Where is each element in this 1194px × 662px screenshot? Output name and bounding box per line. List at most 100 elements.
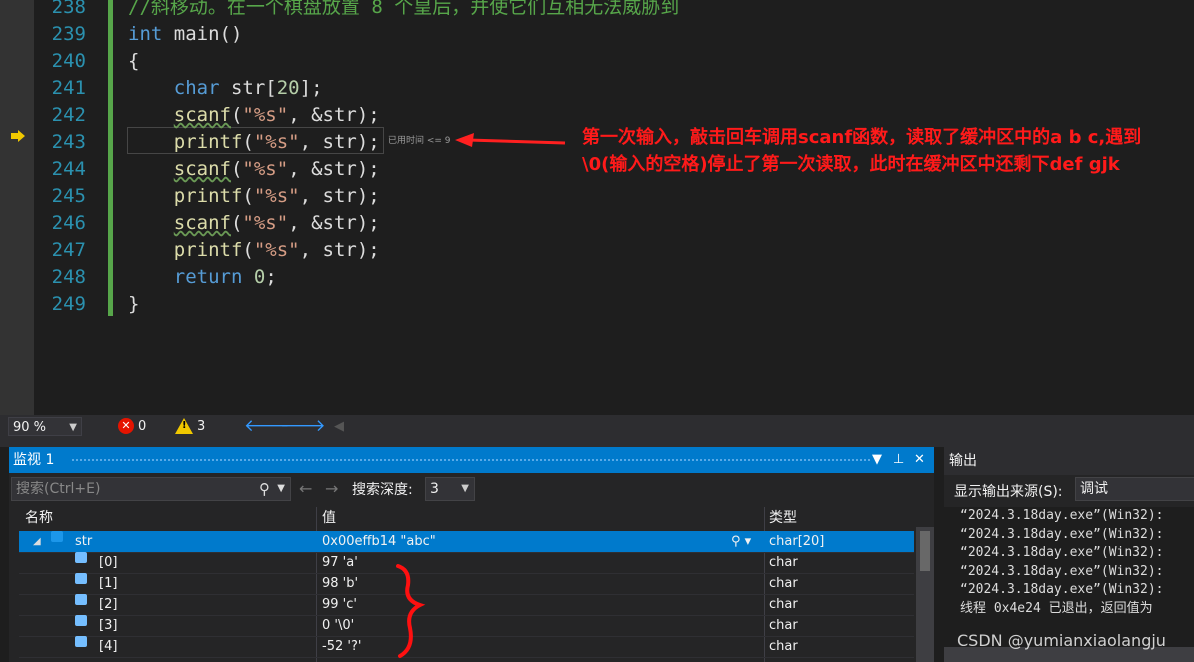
visualizer-icon[interactable]: ⚲ ▾	[731, 531, 751, 552]
code-line[interactable]: 245 printf("%s", str);	[0, 183, 1194, 210]
watch-value[interactable]: 0 '\0'	[322, 615, 354, 636]
code-text[interactable]: {	[128, 48, 139, 75]
code-text[interactable]: scanf("%s", &str);	[128, 102, 380, 129]
watch-type: char	[769, 639, 798, 654]
output-title-bar[interactable]: 输出	[944, 447, 1194, 475]
warning-count[interactable]: 3	[197, 418, 205, 436]
watch-row-element[interactable]: [2] 99 'c' char	[19, 594, 914, 616]
search-depth-label: 搜索深度:	[352, 482, 413, 498]
scrollbar-thumb[interactable]	[920, 531, 930, 571]
watch-value[interactable]: 0x00effb14 "abc"	[322, 531, 436, 552]
code-editor[interactable]: 238 //斜移动。在一个棋盘放置 8 个皇后，并使它们互相无法威胁到 239 int…	[0, 0, 1194, 415]
output-text[interactable]: “2024.3.18day.exe”(Win32): “2024.3.18day.…	[944, 507, 1194, 647]
search-depth-value: 3	[430, 481, 439, 497]
code-token: char	[173, 77, 220, 99]
code-line[interactable]: 247 printf("%s", str);	[0, 237, 1194, 264]
watch-value[interactable]: 97 'a'	[322, 552, 358, 573]
search-next-icon[interactable]: →	[325, 479, 338, 498]
zoom-value: 90 %	[13, 420, 47, 435]
line-number: 242	[51, 104, 86, 126]
watch-toolbar: 搜索(Ctrl+E) ⚲ ▼ ← → 搜索深度: 3 ▼	[9, 475, 934, 503]
variable-icon	[51, 531, 63, 542]
code-line[interactable]: 240 {	[0, 48, 1194, 75]
code-text[interactable]: }	[128, 291, 139, 318]
search-previous-icon[interactable]: ←	[299, 479, 312, 498]
dropdown-icon[interactable]: ▼	[872, 447, 882, 473]
search-options-icon[interactable]: ▼	[277, 478, 285, 500]
variable-icon	[75, 615, 87, 626]
pin-icon[interactable]: ⊥	[893, 447, 904, 473]
watch-title-bar[interactable]: 监视 1 ▼ ⊥ ✕	[9, 447, 934, 473]
watch-row-element[interactable]: [4] -52 '?' char	[19, 636, 914, 658]
line-number: 249	[51, 293, 86, 315]
code-line[interactable]: 238 //斜移动。在一个棋盘放置 8 个皇后，并使它们互相无法威胁到	[0, 0, 1194, 21]
close-icon[interactable]: ✕	[914, 447, 925, 473]
watch-name[interactable]: str	[75, 531, 92, 552]
watch-value[interactable]: 99 'c'	[322, 594, 357, 615]
watch-row-element[interactable]: [1] 98 'b' char	[19, 573, 914, 595]
watch-name[interactable]: [0]	[99, 552, 117, 573]
code-text[interactable]: scanf("%s", &str);	[128, 210, 380, 237]
column-type-header[interactable]: 类型	[769, 507, 797, 529]
code-text[interactable]: scanf("%s", &str);	[128, 156, 380, 183]
code-text[interactable]: return 0;	[128, 264, 277, 291]
chevron-left-icon: ◀	[334, 419, 344, 434]
code-text[interactable]: printf("%s", str);	[128, 129, 380, 156]
zoom-dropdown[interactable]: 90 % ▼	[8, 417, 82, 436]
code-line[interactable]: 239 int main()	[0, 21, 1194, 48]
navigate-forward-icon[interactable]: 🡒	[280, 416, 326, 436]
code-text[interactable]: int main()	[128, 21, 242, 48]
watch-panel[interactable]: 监视 1 ▼ ⊥ ✕ 搜索(Ctrl+E) ⚲ ▼ ← → 搜索深度: 3 ▼ …	[9, 447, 934, 662]
search-depth-dropdown[interactable]: 3 ▼	[425, 477, 475, 501]
variable-icon	[75, 573, 87, 584]
watch-type: char	[769, 618, 798, 633]
code-token: 0	[253, 266, 266, 288]
code-text[interactable]: printf("%s", str);	[128, 183, 380, 210]
error-icon[interactable]: ✕	[118, 418, 134, 434]
code-token: , &str);	[288, 158, 380, 180]
code-text[interactable]: char str[20];	[128, 75, 323, 102]
watch-type: char	[769, 597, 798, 612]
watch-row-element[interactable]: [3] 0 '\0' char	[19, 615, 914, 637]
watch-title: 监视 1	[13, 452, 55, 468]
code-token: , &str);	[288, 104, 380, 126]
code-text[interactable]: printf("%s", str);	[128, 237, 380, 264]
code-line[interactable]: 248 return 0;	[0, 264, 1194, 291]
code-token: , str);	[299, 131, 380, 153]
error-count[interactable]: 0	[138, 418, 146, 436]
code-token: printf	[173, 239, 243, 261]
variable-icon	[75, 552, 87, 563]
watch-value[interactable]: -52 '?'	[322, 636, 361, 657]
code-token: printf	[173, 185, 243, 207]
watch-search-input[interactable]: 搜索(Ctrl+E) ⚲ ▼	[11, 477, 291, 501]
watch-row-str[interactable]: ◢ str 0x00effb14 "abc" ⚲ ▾ char[20]	[19, 531, 914, 553]
collapse-icon[interactable]: ◢	[33, 531, 41, 552]
search-icon[interactable]: ⚲	[259, 478, 270, 500]
column-name-header[interactable]: 名称	[25, 507, 53, 529]
code-line[interactable]: 246 scanf("%s", &str);	[0, 210, 1194, 237]
code-text[interactable]: //斜移动。在一个棋盘放置 8 个皇后，并使它们互相无法威胁到	[128, 0, 679, 21]
code-token: main()	[162, 23, 243, 45]
code-token: (	[230, 158, 243, 180]
watch-value[interactable]: 98 'b'	[322, 573, 358, 594]
line-number: 243	[51, 131, 86, 153]
watch-name[interactable]: [2]	[99, 594, 117, 615]
code-token: 20	[276, 77, 300, 99]
code-line[interactable]: 241 char str[20];	[0, 75, 1194, 102]
output-source-dropdown[interactable]: 调试	[1075, 477, 1194, 501]
watch-scrollbar[interactable]	[916, 527, 934, 662]
column-value-header[interactable]: 值	[322, 507, 336, 529]
line-number: 241	[51, 77, 86, 99]
watch-name[interactable]: [3]	[99, 615, 117, 636]
watch-name[interactable]: [4]	[99, 636, 117, 657]
watch-row-element[interactable]: [0] 97 'a' char	[19, 552, 914, 574]
annotation-line-2: \0(输入的空格)停止了第一次读取，此时在缓冲区中还剩下def gjk	[582, 154, 1120, 175]
output-panel[interactable]: 输出 显示输出来源(S): 调试 “2024.3.18day.exe”(Win3…	[944, 447, 1194, 662]
elapsed-time-hint[interactable]: 已用时间 <= 9	[388, 133, 451, 146]
annotation-text: 第一次输入，敲击回车调用scanf函数，读取了缓冲区中的a b c,遇到 \0(…	[582, 124, 1194, 178]
output-source-label: 显示输出来源(S):	[954, 484, 1063, 500]
code-line[interactable]: 249}	[0, 291, 1194, 318]
watch-name[interactable]: [1]	[99, 573, 117, 594]
